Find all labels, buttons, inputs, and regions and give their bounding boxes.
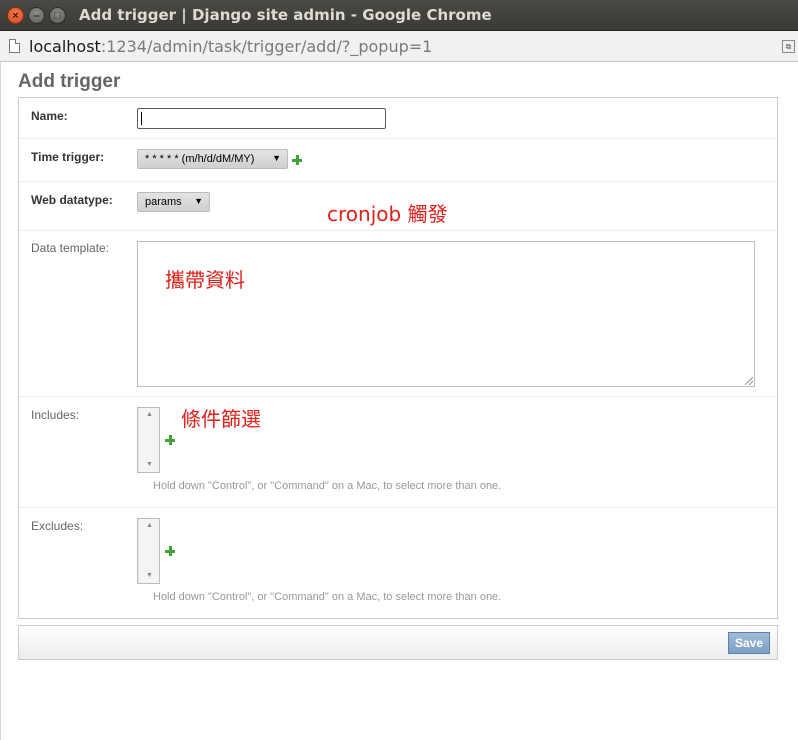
resize-handle-icon[interactable] — [745, 377, 753, 385]
window-titlebar: × – □ Add trigger | Django site admin - … — [0, 0, 798, 31]
web-datatype-select[interactable]: params ▼ — [137, 192, 210, 212]
window-maximize-button[interactable]: □ — [49, 7, 66, 24]
excludes-scrollbar[interactable]: ▲ ▼ — [138, 519, 159, 583]
data-template-label: Data template: — [31, 241, 110, 255]
minimize-icon: – — [33, 10, 40, 22]
includes-multiselect[interactable]: ▲ ▼ — [137, 407, 160, 473]
time-trigger-select[interactable]: * * * * * (m/h/d/dM/MY) ▼ — [137, 149, 288, 169]
scroll-down-icon[interactable]: ▼ — [139, 570, 160, 582]
chevron-down-icon: ▼ — [272, 153, 281, 163]
scroll-up-icon[interactable]: ▲ — [139, 409, 160, 421]
page-edge — [0, 62, 1, 740]
excludes-help-text: Hold down "Control", or "Command" on a M… — [153, 591, 502, 603]
page-title: Add trigger — [18, 71, 121, 92]
save-button[interactable]: Save — [728, 632, 770, 654]
time-trigger-label: Time trigger: — [31, 150, 105, 164]
page-icon — [9, 39, 20, 53]
url-path: :1234/admin/task/trigger/add/?_popup=1 — [100, 37, 433, 56]
add-includes-icon[interactable] — [165, 435, 175, 445]
form-row-data-template: Data template: 攜帶資料 — [19, 231, 777, 397]
window-minimize-button[interactable]: – — [28, 7, 45, 24]
scroll-up-icon[interactable]: ▲ — [139, 520, 160, 532]
web-datatype-label: Web datatype: — [31, 193, 113, 207]
maximize-icon: □ — [54, 10, 61, 22]
chevron-down-icon: ▼ — [194, 196, 203, 206]
window-close-button[interactable]: × — [7, 7, 24, 24]
form-row-excludes: Excludes: ▲ ▼ Hold down "Control", or "C… — [19, 508, 777, 618]
add-excludes-icon[interactable] — [165, 546, 175, 556]
submit-row: Save — [18, 625, 778, 660]
data-template-textarea[interactable] — [137, 241, 755, 387]
name-label: Name: — [31, 109, 68, 123]
web-datatype-selected: params — [145, 196, 182, 208]
address-bar[interactable]: localhost:1234/admin/task/trigger/add/?_… — [0, 31, 798, 62]
form-row-name: Name: — [19, 98, 777, 139]
scroll-down-icon[interactable]: ▼ — [139, 459, 160, 471]
extension-icon[interactable]: ⧉ — [782, 40, 795, 53]
form-row-includes: Includes: ▲ ▼ 條件篩選 Hold down "Control", … — [19, 397, 777, 508]
time-trigger-selected: * * * * * (m/h/d/dM/MY) — [145, 153, 255, 165]
window-title: Add trigger | Django site admin - Google… — [79, 6, 492, 24]
url-host: localhost — [29, 37, 101, 56]
excludes-multiselect[interactable]: ▲ ▼ — [137, 518, 160, 584]
annotation-includes: 條件篩選 — [181, 407, 261, 431]
form-row-web-datatype: Web datatype: params ▼ — [19, 182, 777, 231]
includes-help-text: Hold down "Control", or "Command" on a M… — [153, 480, 502, 492]
close-icon: × — [12, 10, 19, 22]
form-row-time-trigger: Time trigger: * * * * * (m/h/d/dM/MY) ▼ … — [19, 139, 777, 226]
name-input[interactable] — [137, 108, 386, 129]
excludes-label: Excludes: — [31, 519, 84, 533]
form-module: Name: Time trigger: * * * * * (m/h/d/dM/… — [18, 97, 778, 619]
text-caret — [141, 112, 142, 125]
includes-label: Includes: — [31, 408, 80, 422]
url-text[interactable]: localhost:1234/admin/task/trigger/add/?_… — [29, 37, 432, 56]
includes-scrollbar[interactable]: ▲ ▼ — [138, 408, 159, 472]
add-time-trigger-icon[interactable] — [292, 155, 302, 165]
annotation-data-template: 攜帶資料 — [165, 268, 245, 292]
